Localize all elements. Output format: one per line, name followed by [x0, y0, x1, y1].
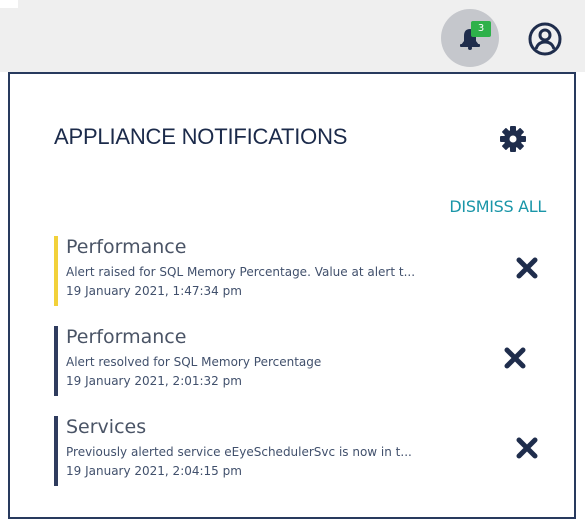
- notification-message: Alert raised for SQL Memory Percentage. …: [66, 265, 416, 279]
- notifications-button[interactable]: 3: [441, 9, 499, 67]
- close-icon: [504, 347, 526, 369]
- notification-item: Services Previously alerted service eEye…: [54, 416, 544, 486]
- dismiss-all-button[interactable]: DISMISS ALL: [449, 197, 546, 216]
- top-bar-notch: [0, 0, 18, 8]
- notification-settings-button[interactable]: [496, 122, 530, 156]
- notification-count-badge: 3: [471, 21, 491, 37]
- notification-timestamp: 19 January 2021, 2:01:32 pm: [66, 374, 242, 388]
- notification-message: Previously alerted service eEyeScheduler…: [66, 445, 412, 459]
- notification-item: Performance Alert resolved for SQL Memor…: [54, 326, 544, 396]
- dismiss-notification-button[interactable]: [514, 255, 540, 281]
- notification-category: Performance: [66, 326, 187, 348]
- dismiss-notification-button[interactable]: [514, 435, 540, 461]
- notification-category: Services: [66, 416, 147, 438]
- user-account-button[interactable]: [528, 22, 562, 56]
- dismiss-notification-button[interactable]: [502, 345, 528, 371]
- gear-icon: [500, 126, 526, 152]
- close-icon: [516, 437, 538, 459]
- notification-timestamp: 19 January 2021, 1:47:34 pm: [66, 284, 242, 298]
- notification-timestamp: 19 January 2021, 2:04:15 pm: [66, 464, 242, 478]
- top-bar: 3: [0, 0, 585, 72]
- notifications-panel: APPLIANCE NOTIFICATIONS DISMISS ALL Perf…: [8, 72, 576, 519]
- notification-item: Performance Alert raised for SQL Memory …: [54, 236, 544, 306]
- panel-title: APPLIANCE NOTIFICATIONS: [54, 124, 348, 149]
- notification-category: Performance: [66, 236, 187, 258]
- close-icon: [516, 257, 538, 279]
- user-icon: [528, 22, 562, 56]
- notification-message: Alert resolved for SQL Memory Percentage: [66, 355, 322, 369]
